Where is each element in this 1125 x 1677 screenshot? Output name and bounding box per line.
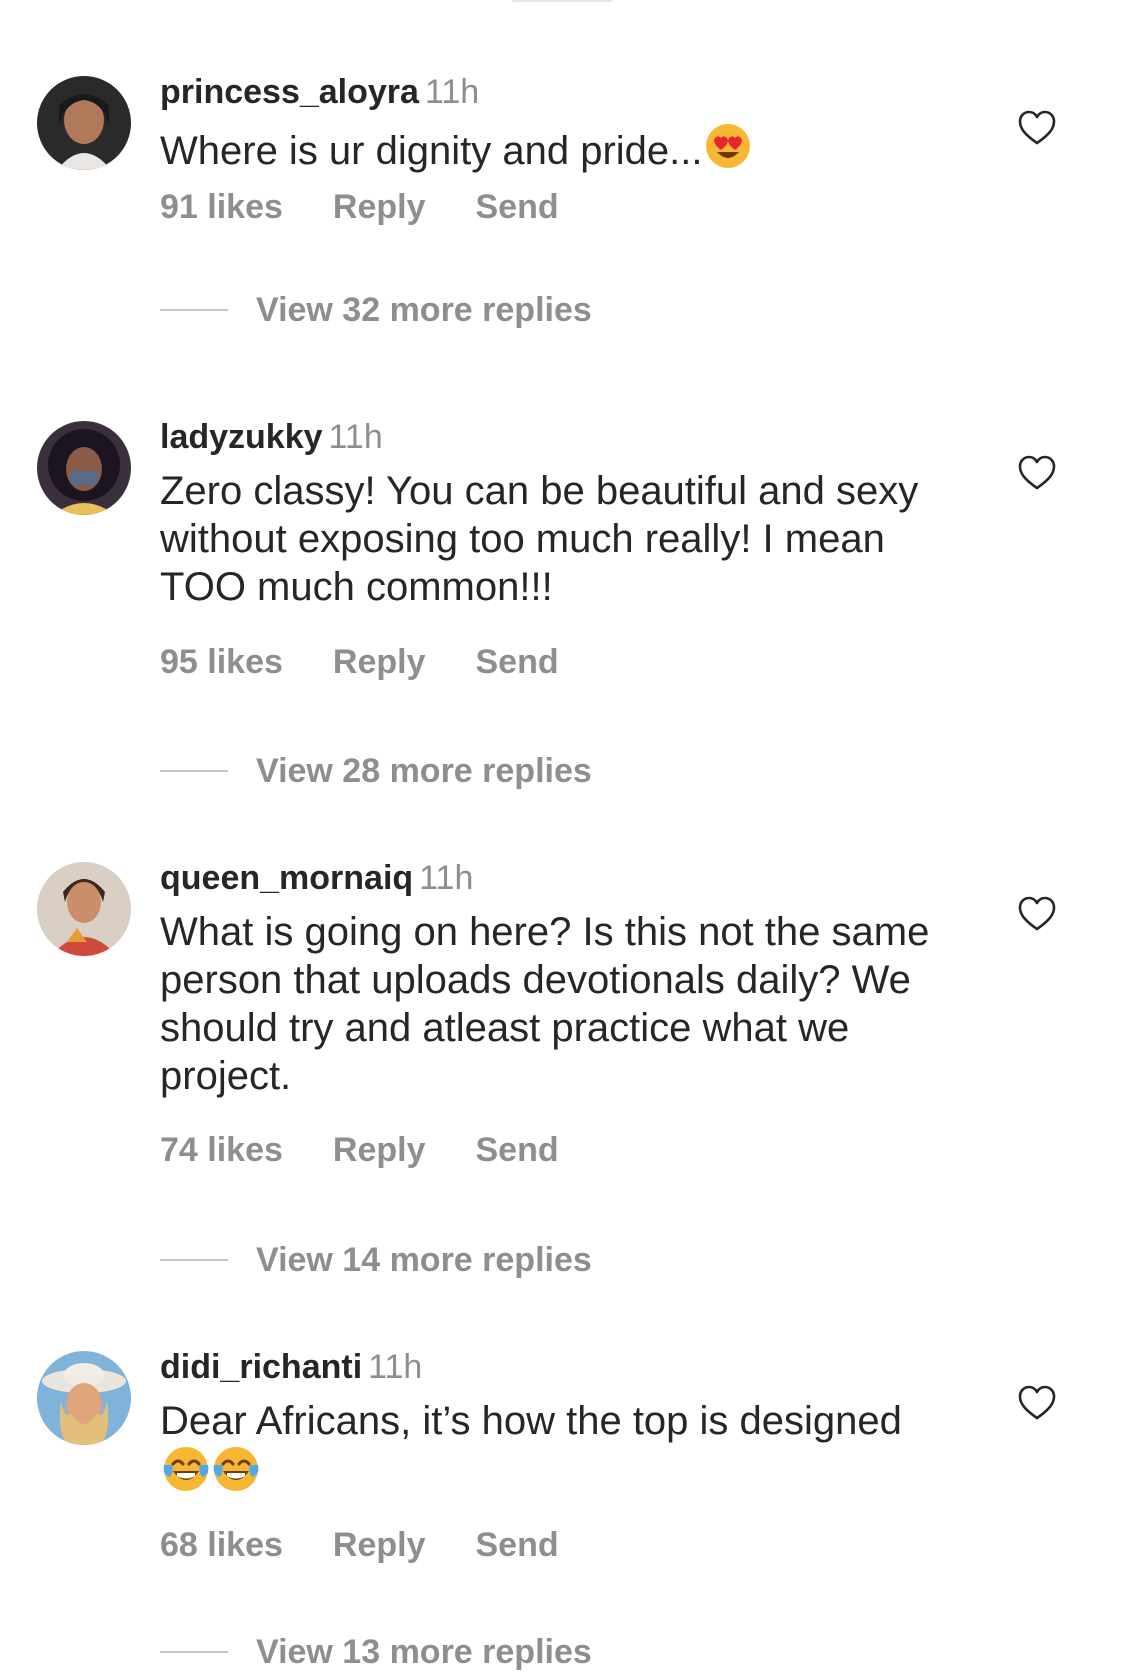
heart-outline-icon[interactable] — [1018, 896, 1056, 932]
view-replies-button[interactable]: View 28 more replies — [160, 751, 592, 791]
reply-button[interactable]: Reply — [333, 1131, 426, 1169]
comment-header: didi_richanti 11h — [160, 1347, 422, 1387]
view-replies-button[interactable]: View 32 more replies — [160, 290, 592, 330]
replies-divider — [160, 770, 228, 773]
replies-divider — [160, 1651, 228, 1654]
username[interactable]: queen_mornaiq — [160, 859, 413, 897]
view-replies-label: View 14 more replies — [256, 1241, 592, 1279]
comment-actions: 91 likes Reply Send — [160, 187, 609, 227]
reply-button[interactable]: Reply — [333, 1526, 426, 1564]
comment-body: What is going on here? Is this not the s… — [160, 910, 941, 1098]
username[interactable]: ladyzukky — [160, 418, 323, 456]
reply-button[interactable]: Reply — [333, 643, 426, 681]
comment-header: ladyzukky 11h — [160, 417, 383, 457]
likes-count[interactable]: 91 likes — [160, 188, 283, 226]
avatar[interactable] — [37, 862, 131, 956]
view-replies-button[interactable]: View 14 more replies — [160, 1240, 592, 1280]
comment-body: Where is ur dignity and pride... — [160, 129, 703, 173]
send-button[interactable]: Send — [475, 1526, 558, 1564]
comment-actions: 95 likes Reply Send — [160, 642, 609, 682]
comment-text: Zero classy! You can be beautiful and se… — [160, 467, 960, 611]
comment-body: Zero classy! You can be beautiful and se… — [160, 469, 930, 609]
heart-outline-icon[interactable] — [1018, 1385, 1056, 1421]
reply-button[interactable]: Reply — [333, 188, 426, 226]
view-replies-label: View 28 more replies — [256, 752, 592, 790]
comment-body: Dear Africans, it’s how the top is desig… — [160, 1399, 902, 1443]
heart-outline-icon[interactable] — [1018, 110, 1056, 146]
laughing-tears-emoji — [213, 1447, 259, 1491]
username[interactable]: princess_aloyra — [160, 73, 419, 111]
likes-count[interactable]: 74 likes — [160, 1131, 283, 1169]
likes-count[interactable]: 95 likes — [160, 643, 283, 681]
send-button[interactable]: Send — [475, 1131, 558, 1169]
comment-text: Where is ur dignity and pride... — [160, 122, 960, 175]
comment-actions: 68 likes Reply Send — [160, 1525, 609, 1565]
avatar[interactable] — [37, 76, 131, 170]
view-replies-label: View 13 more replies — [256, 1633, 592, 1671]
comment-text: Dear Africans, it’s how the top is desig… — [160, 1397, 960, 1498]
laughing-tears-emoji — [163, 1447, 209, 1491]
view-replies-button[interactable]: View 13 more replies — [160, 1632, 592, 1672]
heart-outline-icon[interactable] — [1018, 455, 1056, 491]
view-replies-label: View 32 more replies — [256, 291, 592, 329]
send-button[interactable]: Send — [475, 188, 558, 226]
timestamp: 11h — [368, 1348, 423, 1386]
avatar[interactable] — [37, 1351, 131, 1445]
comment-header: princess_aloyra 11h — [160, 72, 479, 112]
likes-count[interactable]: 68 likes — [160, 1526, 283, 1564]
timestamp: 11h — [328, 418, 383, 456]
username[interactable]: didi_richanti — [160, 1348, 362, 1386]
heart-eyes-emoji — [706, 124, 751, 168]
sheet-drag-handle[interactable] — [512, 0, 612, 2]
timestamp: 11h — [424, 73, 480, 111]
replies-divider — [160, 1259, 228, 1262]
comment-text: What is going on here? Is this not the s… — [160, 908, 960, 1100]
comment-header: queen_mornaiq 11h — [160, 858, 473, 898]
comment-actions: 74 likes Reply Send — [160, 1130, 609, 1170]
replies-divider — [160, 309, 228, 312]
timestamp: 11h — [419, 859, 474, 897]
avatar[interactable] — [37, 421, 131, 515]
send-button[interactable]: Send — [475, 643, 558, 681]
